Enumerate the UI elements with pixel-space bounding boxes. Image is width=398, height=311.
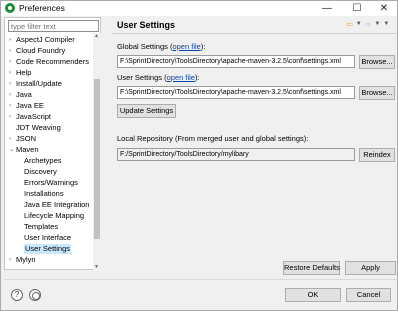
user-open-file-link[interactable]: open file <box>167 73 195 82</box>
local-repository-label: Local Repository (From merged user and g… <box>117 134 309 143</box>
local-repository-field[interactable]: F:/SprintDirectory/ToolsDirectory/myliba… <box>117 148 355 161</box>
global-settings-label: Global Settings (open file): <box>117 42 206 51</box>
tree-item-label: User Settings <box>24 244 72 254</box>
help-icon[interactable]: ? <box>11 289 23 301</box>
eclipse-icon <box>5 3 15 13</box>
tree-item-label: Install/Update <box>16 79 62 88</box>
tree-item-label: Maven <box>16 145 39 154</box>
user-browse-button[interactable]: Browse... <box>359 86 395 100</box>
tree-item-label: Java EE Integration <box>24 200 90 209</box>
tree-item-label: User Interface <box>24 233 72 242</box>
collapsed-twisty-icon[interactable]: › <box>9 68 15 78</box>
view-menu-icon[interactable]: ▼ <box>383 21 389 27</box>
ok-button[interactable]: OK <box>285 288 341 302</box>
global-settings-field[interactable]: F:\SprintDirectory\ToolsDirectory\apache… <box>117 55 355 68</box>
close-button[interactable]: ✕ <box>371 1 397 16</box>
tree-item-label: Templates <box>24 222 59 231</box>
update-settings-button[interactable]: Update Settings <box>117 104 176 118</box>
collapsed-twisty-icon[interactable]: › <box>9 79 15 89</box>
global-settings-text: Global Settings <box>117 42 168 51</box>
user-settings-field[interactable]: F:\SprintDirectory\ToolsDirectory\apache… <box>117 86 355 99</box>
collapsed-twisty-icon[interactable]: › <box>9 35 15 45</box>
tree-item-label: AspectJ Compiler <box>16 35 75 44</box>
restore-defaults-button[interactable]: Restore Defaults <box>283 261 340 275</box>
tree-item-label: Lifecycle Mapping <box>24 211 85 220</box>
tree-item-label: Code Recommenders <box>16 57 89 66</box>
title-bar: Preferences — ☐ ✕ <box>1 1 397 16</box>
collapsed-twisty-icon[interactable]: › <box>9 46 15 56</box>
scrollbar-thumb[interactable] <box>94 79 100 239</box>
preference-tree: › AspectJ Compiler › Cloud Foundry › Code Rec… <box>5 35 93 271</box>
preferences-window: Preferences — ☐ ✕ ›AspectJ Compiler›Clou… <box>0 0 398 311</box>
scroll-down-icon[interactable]: ▼ <box>94 264 99 270</box>
expanded-twisty-icon[interactable]: ⌄ <box>9 145 15 155</box>
tree-item-label: JDT Weaving <box>16 123 61 132</box>
footer-separator <box>4 279 396 280</box>
collapsed-twisty-icon[interactable]: › <box>9 57 15 67</box>
minimize-button[interactable]: — <box>314 1 340 16</box>
reindex-button[interactable]: Reindex <box>359 148 395 162</box>
tree-item-label: Discovery <box>24 167 57 176</box>
tree-item-label: Mylyn <box>16 255 36 264</box>
tree-item-label: Java EE <box>16 101 44 110</box>
link-prefs-icon[interactable] <box>29 289 41 301</box>
scroll-up-icon[interactable]: ▲ <box>94 33 99 39</box>
collapsed-twisty-icon[interactable]: › <box>9 112 15 122</box>
global-browse-button[interactable]: Browse... <box>359 55 395 69</box>
maximize-button[interactable]: ☐ <box>344 1 370 16</box>
user-settings-text: User Settings <box>117 73 163 82</box>
collapsed-twisty-icon[interactable]: › <box>9 101 15 111</box>
user-settings-page: User Settings ⇦ ▼ ⇨ ▼ ▼ Global Settings … <box>112 17 397 277</box>
page-title: User Settings <box>117 20 176 30</box>
page-nav: ⇦ ▼ ⇨ ▼ ▼ <box>346 18 389 30</box>
tree-item-label: Errors/Warnings <box>24 178 78 187</box>
tree-item-label: JavaScript <box>16 112 52 121</box>
title-separator <box>112 33 397 34</box>
collapsed-twisty-icon[interactable]: › <box>9 90 15 100</box>
preference-tree-panel: ›AspectJ Compiler›Cloud Foundry›Code Rec… <box>4 17 101 270</box>
apply-button[interactable]: Apply <box>345 261 396 275</box>
tree-item-label: JSON <box>16 134 37 143</box>
tree-item-label: Archetypes <box>24 156 62 165</box>
tree-item-label: Java <box>16 90 32 99</box>
tree-item-label: Help <box>16 68 32 77</box>
chevron-down-icon[interactable]: ▼ <box>374 21 380 27</box>
collapsed-twisty-icon[interactable]: › <box>9 255 15 265</box>
filter-input[interactable] <box>8 20 99 32</box>
tree-scrollbar[interactable]: ▲ ▼ <box>93 33 101 270</box>
cancel-button[interactable]: Cancel <box>346 288 391 302</box>
chevron-down-icon[interactable]: ▼ <box>356 21 362 27</box>
window-title: Preferences <box>19 3 65 13</box>
arrow-left-icon[interactable]: ⇦ <box>346 20 353 29</box>
tree-item-label: Cloud Foundry <box>16 46 66 55</box>
global-open-file-link[interactable]: open file <box>172 42 200 51</box>
tree-item-label: Installations <box>24 189 64 198</box>
user-settings-label: User Settings (open file): <box>117 73 200 82</box>
arrow-right-icon[interactable]: ⇨ <box>365 20 372 29</box>
collapsed-twisty-icon[interactable]: › <box>9 134 15 144</box>
